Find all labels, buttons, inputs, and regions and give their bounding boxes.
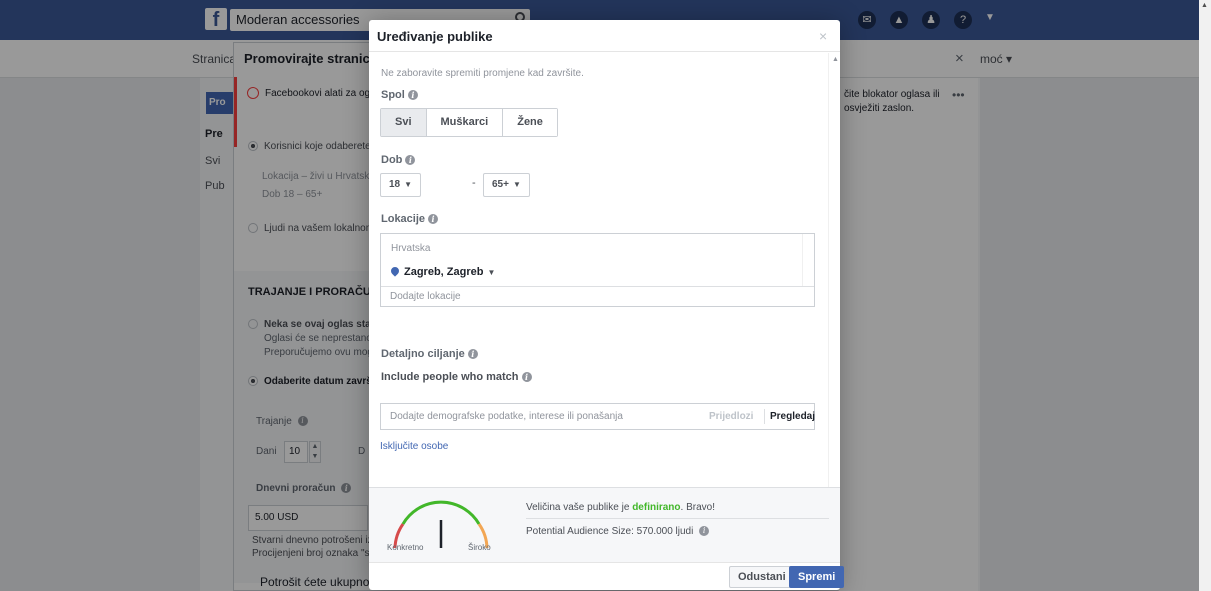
save-button[interactable]: Spremi (789, 566, 845, 588)
gender-option-all[interactable]: Svi (381, 109, 427, 136)
suggestions-button[interactable]: Prijedlozi (709, 411, 753, 422)
age-max-select[interactable]: 65+ ▼ (483, 173, 530, 197)
info-icon[interactable]: i (407, 90, 418, 101)
modal-body: Ne zaboravite spremiti promjene kad zavr… (369, 53, 840, 508)
browse-button[interactable]: Pregledaj (770, 411, 815, 422)
divider (526, 518, 829, 519)
save-hint: Ne zaboravite spremiti promjene kad zavr… (381, 68, 584, 79)
location-country: Hrvatska (391, 243, 431, 254)
targeting-input[interactable]: Dodajte demografske podatke, interese il… (380, 403, 815, 430)
edit-audience-modal: Uređivanje publike × Ne zaboravite sprem… (369, 20, 845, 590)
modal-scrollbar[interactable] (828, 53, 840, 508)
info-icon[interactable]: i (428, 214, 439, 225)
modal-actions: Odustani Spremi (369, 562, 845, 590)
modal-title: Uređivanje publike (377, 29, 493, 44)
targeting-placeholder: Dodajte demografske podatke, interese il… (390, 411, 623, 422)
gauge-label-broad: Široko (468, 543, 491, 552)
gender-option-women[interactable]: Žene (503, 109, 557, 136)
age-min-select[interactable]: 18 ▼ (380, 173, 422, 197)
scroll-up-icon[interactable]: ▲ (832, 56, 839, 63)
location-pin-icon (389, 265, 401, 277)
close-icon[interactable]: × (819, 28, 827, 44)
detailed-targeting-label: Detaljno ciljanje i (381, 348, 478, 360)
location-city[interactable]: Zagreb, Zagreb ▼ (389, 265, 495, 278)
gender-selector: Svi Muškarci Žene (380, 108, 558, 137)
divider (764, 409, 765, 424)
gender-label: Spol i (381, 89, 418, 101)
gender-option-men[interactable]: Muškarci (426, 109, 504, 136)
include-label: Include people who match i (381, 371, 532, 383)
info-icon[interactable]: i (467, 349, 478, 360)
age-max-value: 65+ (492, 179, 509, 190)
chevron-down-icon[interactable]: ▼ (487, 268, 495, 277)
age-label: Dob i (381, 154, 416, 166)
audience-size-panel: Konkretno Široko Veličina vaše publike j… (369, 487, 840, 562)
potential-audience-size: Potential Audience Size: 570.000 ljudi i (526, 526, 710, 537)
age-min-value: 18 (389, 179, 401, 190)
chevron-down-icon: ▼ (512, 180, 521, 189)
modal-header: Uređivanje publike × (369, 20, 840, 52)
gauge-label-specific: Konkretno (387, 543, 424, 552)
age-dash: - (472, 177, 476, 189)
info-icon[interactable]: i (521, 372, 532, 383)
audience-status: definirano (632, 502, 681, 513)
window-scrollbar[interactable] (1199, 0, 1211, 591)
chevron-down-icon: ▼ (404, 180, 413, 189)
info-icon[interactable]: i (699, 526, 710, 537)
info-icon[interactable]: i (405, 155, 416, 166)
add-location-input[interactable]: Dodajte lokacije (381, 286, 814, 307)
locations-box: Hrvatska Zagreb, Zagreb ▼ Dodajte lokacij… (380, 233, 815, 307)
locations-label: Lokacije i (381, 213, 439, 225)
cancel-button[interactable]: Odustani (729, 566, 795, 588)
audience-status-line: Veličina vaše publike je definirano. Bra… (526, 502, 715, 513)
locations-scrollbar[interactable] (802, 234, 815, 286)
scroll-up-icon[interactable]: ▲ (1201, 2, 1208, 9)
exclude-people-link[interactable]: Isključite osobe (380, 441, 448, 452)
